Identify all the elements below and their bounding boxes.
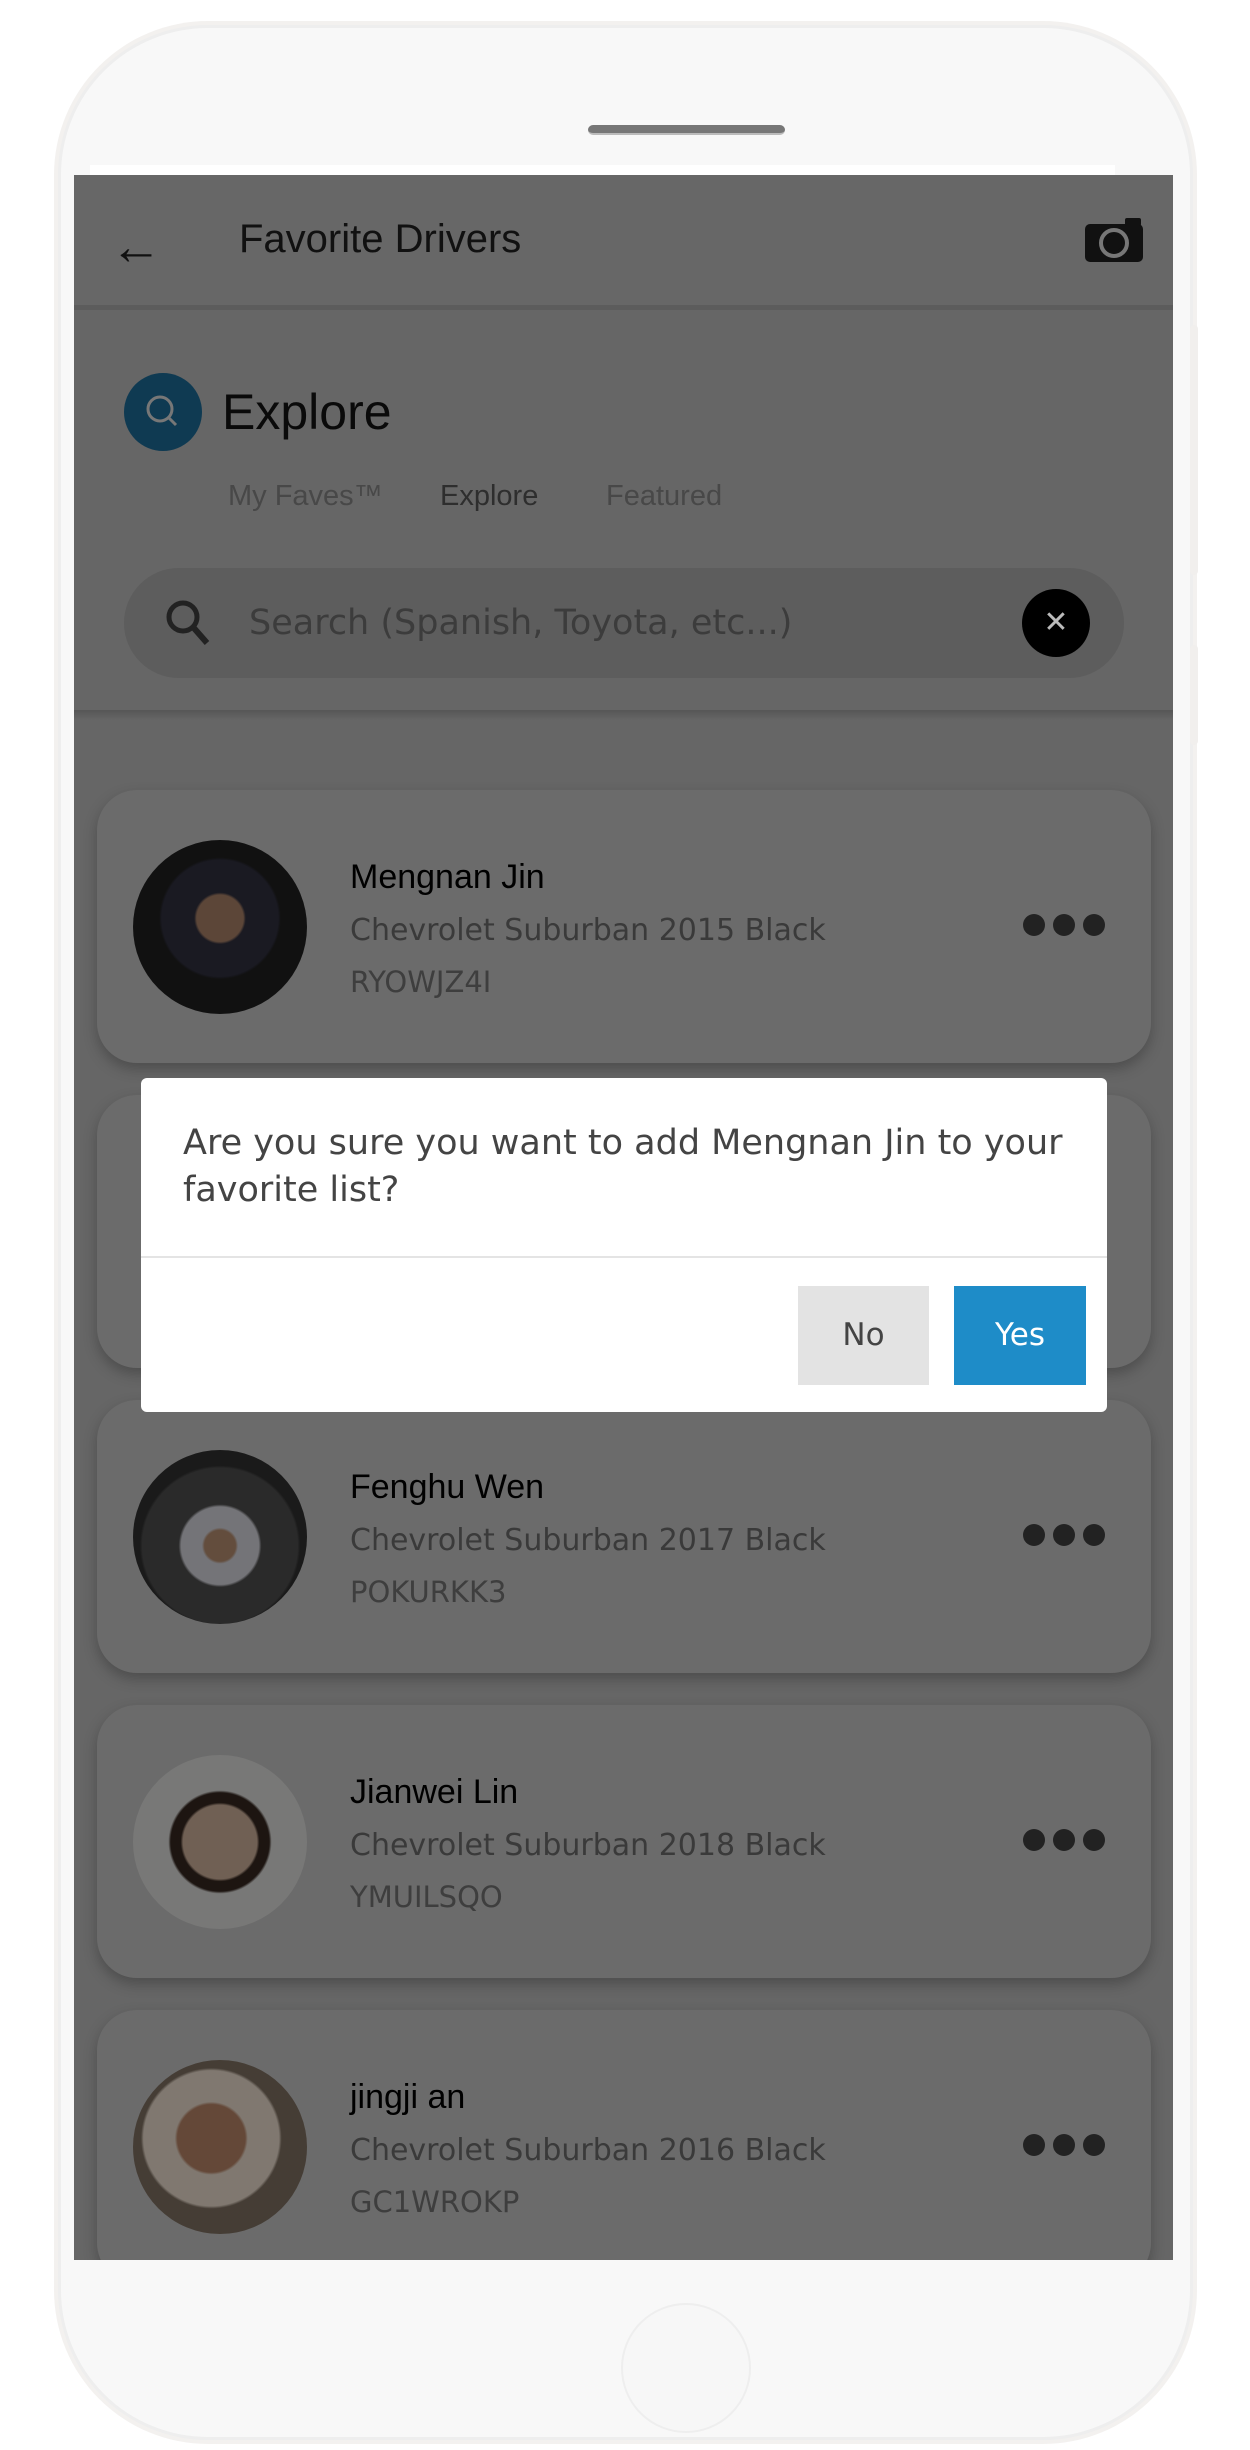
driver-code: RYOWJZ4I	[350, 965, 492, 999]
driver-car: Chevrolet Suburban 2015 Black	[350, 913, 826, 948]
avatar	[133, 840, 307, 1014]
app-screen[interactable]: ← Favorite Drivers Explore My Faves™ Exp…	[74, 175, 1173, 2260]
driver-card[interactable]: Mengnan Jin Chevrolet Suburban 2015 Blac…	[97, 790, 1151, 1063]
driver-name: Fenghu Wen	[350, 1468, 545, 1506]
confirm-dialog: Are you sure you want to add Mengnan Jin…	[141, 1078, 1107, 1412]
divider	[74, 710, 1173, 720]
more-options-icon[interactable]	[1023, 2134, 1105, 2156]
driver-card[interactable]: Fenghu Wen Chevrolet Suburban 2017 Black…	[97, 1400, 1151, 1673]
yes-button[interactable]: Yes	[954, 1286, 1086, 1385]
side-button	[1190, 645, 1198, 745]
search-input[interactable]	[249, 598, 989, 648]
driver-name: Jianwei Lin	[350, 1773, 519, 1811]
driver-car: Chevrolet Suburban 2016 Black	[350, 2133, 826, 2168]
more-options-icon[interactable]	[1023, 1829, 1105, 1851]
more-options-icon[interactable]	[1023, 914, 1105, 936]
tab-explore[interactable]: Explore	[440, 480, 538, 513]
dialog-divider	[141, 1256, 1107, 1258]
camera-icon[interactable]	[1085, 218, 1143, 267]
driver-card[interactable]: jingji an Chevrolet Suburban 2016 Black …	[97, 2010, 1151, 2260]
explore-search-icon	[124, 373, 202, 451]
tab-featured[interactable]: Featured	[606, 480, 722, 513]
status-strip	[90, 165, 1115, 175]
app-header: ← Favorite Drivers	[74, 175, 1173, 310]
avatar	[133, 1450, 307, 1624]
side-button	[1190, 325, 1198, 575]
driver-name: Mengnan Jin	[350, 858, 545, 896]
search-icon	[164, 598, 214, 653]
more-options-icon[interactable]	[1023, 1524, 1105, 1546]
dialog-message: Are you sure you want to add Mengnan Jin…	[183, 1123, 1063, 1210]
back-arrow-icon[interactable]: ←	[110, 217, 162, 277]
driver-car: Chevrolet Suburban 2018 Black	[350, 1828, 826, 1863]
avatar	[133, 1755, 307, 1929]
no-button[interactable]: No	[798, 1286, 929, 1385]
avatar	[133, 2060, 307, 2234]
speaker	[588, 125, 785, 135]
section-heading: Explore	[222, 384, 392, 440]
driver-name: jingji an	[350, 2078, 466, 2116]
driver-code: POKURKK3	[350, 1575, 507, 1609]
page-title: Favorite Drivers	[239, 217, 522, 261]
clear-search-button[interactable]: ✕	[1022, 589, 1090, 657]
driver-card[interactable]: Jianwei Lin Chevrolet Suburban 2018 Blac…	[97, 1705, 1151, 1978]
driver-car: Chevrolet Suburban 2017 Black	[350, 1523, 826, 1558]
tab-my-faves[interactable]: My Faves™	[228, 480, 383, 513]
driver-code: YMUILSQO	[350, 1880, 503, 1914]
driver-code: GC1WROKP	[350, 2185, 520, 2219]
search-bar: ✕	[124, 568, 1124, 678]
home-button[interactable]	[621, 2303, 751, 2433]
